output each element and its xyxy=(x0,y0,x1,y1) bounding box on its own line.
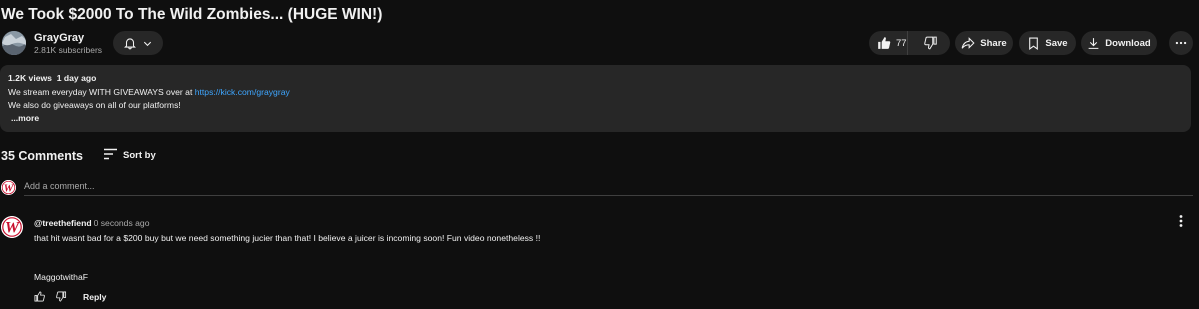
svg-text:W: W xyxy=(4,182,15,194)
bell-icon xyxy=(123,36,137,50)
share-label: Share xyxy=(980,37,1007,49)
download-label: Download xyxy=(1105,37,1151,49)
comment-menu-button[interactable] xyxy=(1176,214,1186,228)
save-label: Save xyxy=(1045,37,1068,49)
svg-text:W: W xyxy=(5,220,21,237)
add-comment-input[interactable]: Add a comment... xyxy=(24,181,1193,196)
chevron-down-icon xyxy=(142,38,153,49)
thumbs-down-icon xyxy=(924,36,938,50)
more-actions-button[interactable] xyxy=(1169,31,1193,55)
comment-signature: MaggotwithaF xyxy=(34,272,88,282)
view-stats: 1.2K views 1 day ago xyxy=(8,73,97,83)
like-dislike-group: 77 xyxy=(869,31,950,55)
download-icon xyxy=(1087,37,1100,50)
subscriber-count: 2.81K subscribers xyxy=(34,45,103,55)
sort-by-button[interactable]: Sort by xyxy=(123,150,156,161)
like-button[interactable]: 77 xyxy=(869,31,908,55)
video-title: We Took $2000 To The Wild Zombies... (HU… xyxy=(1,6,383,23)
bookmark-icon xyxy=(1027,37,1040,50)
description-line-2: We also do giveaways on all of our platf… xyxy=(8,100,181,110)
comment-like-button[interactable] xyxy=(34,291,45,302)
more-horizontal-icon xyxy=(1174,36,1188,50)
channel-name[interactable]: GrayGray xyxy=(34,32,84,44)
like-count: 77 xyxy=(896,37,907,49)
kick-link[interactable]: https://kick.com/graygray xyxy=(195,87,290,97)
more-vertical-icon xyxy=(1176,214,1186,228)
download-button[interactable]: Download xyxy=(1081,31,1157,55)
notification-bell-button[interactable] xyxy=(113,31,163,55)
save-button[interactable]: Save xyxy=(1019,31,1076,55)
commenter-avatar[interactable]: W xyxy=(1,216,23,238)
comment-author[interactable]: @treethefiend xyxy=(34,218,92,228)
description-line-1: We stream everyday WITH GIVEAWAYS over a… xyxy=(8,87,290,97)
share-arrow-icon xyxy=(961,36,975,50)
comment-reply-button[interactable]: Reply xyxy=(83,292,106,302)
sort-icon[interactable] xyxy=(103,148,118,160)
thumbs-down-icon xyxy=(56,291,67,302)
thumbs-up-icon xyxy=(877,36,891,50)
comments-count: 35 Comments xyxy=(1,149,83,163)
user-avatar: W xyxy=(1,180,16,195)
thumbs-up-icon xyxy=(34,291,45,302)
comment-timestamp[interactable]: 0 seconds ago xyxy=(94,218,150,228)
description-text: We stream everyday WITH GIVEAWAYS over a… xyxy=(8,87,195,97)
channel-avatar[interactable] xyxy=(2,31,26,55)
share-button[interactable]: Share xyxy=(955,31,1013,55)
description-box[interactable]: 1.2K views 1 day ago We stream everyday … xyxy=(0,65,1191,132)
dislike-button[interactable] xyxy=(913,31,950,55)
comment-text: that hit wasnt bad for a $200 buy but we… xyxy=(34,233,541,243)
comment-header: @treethefiend 0 seconds ago xyxy=(34,218,149,228)
show-more-link[interactable]: ...more xyxy=(11,113,39,123)
comment-dislike-button[interactable] xyxy=(56,291,67,302)
